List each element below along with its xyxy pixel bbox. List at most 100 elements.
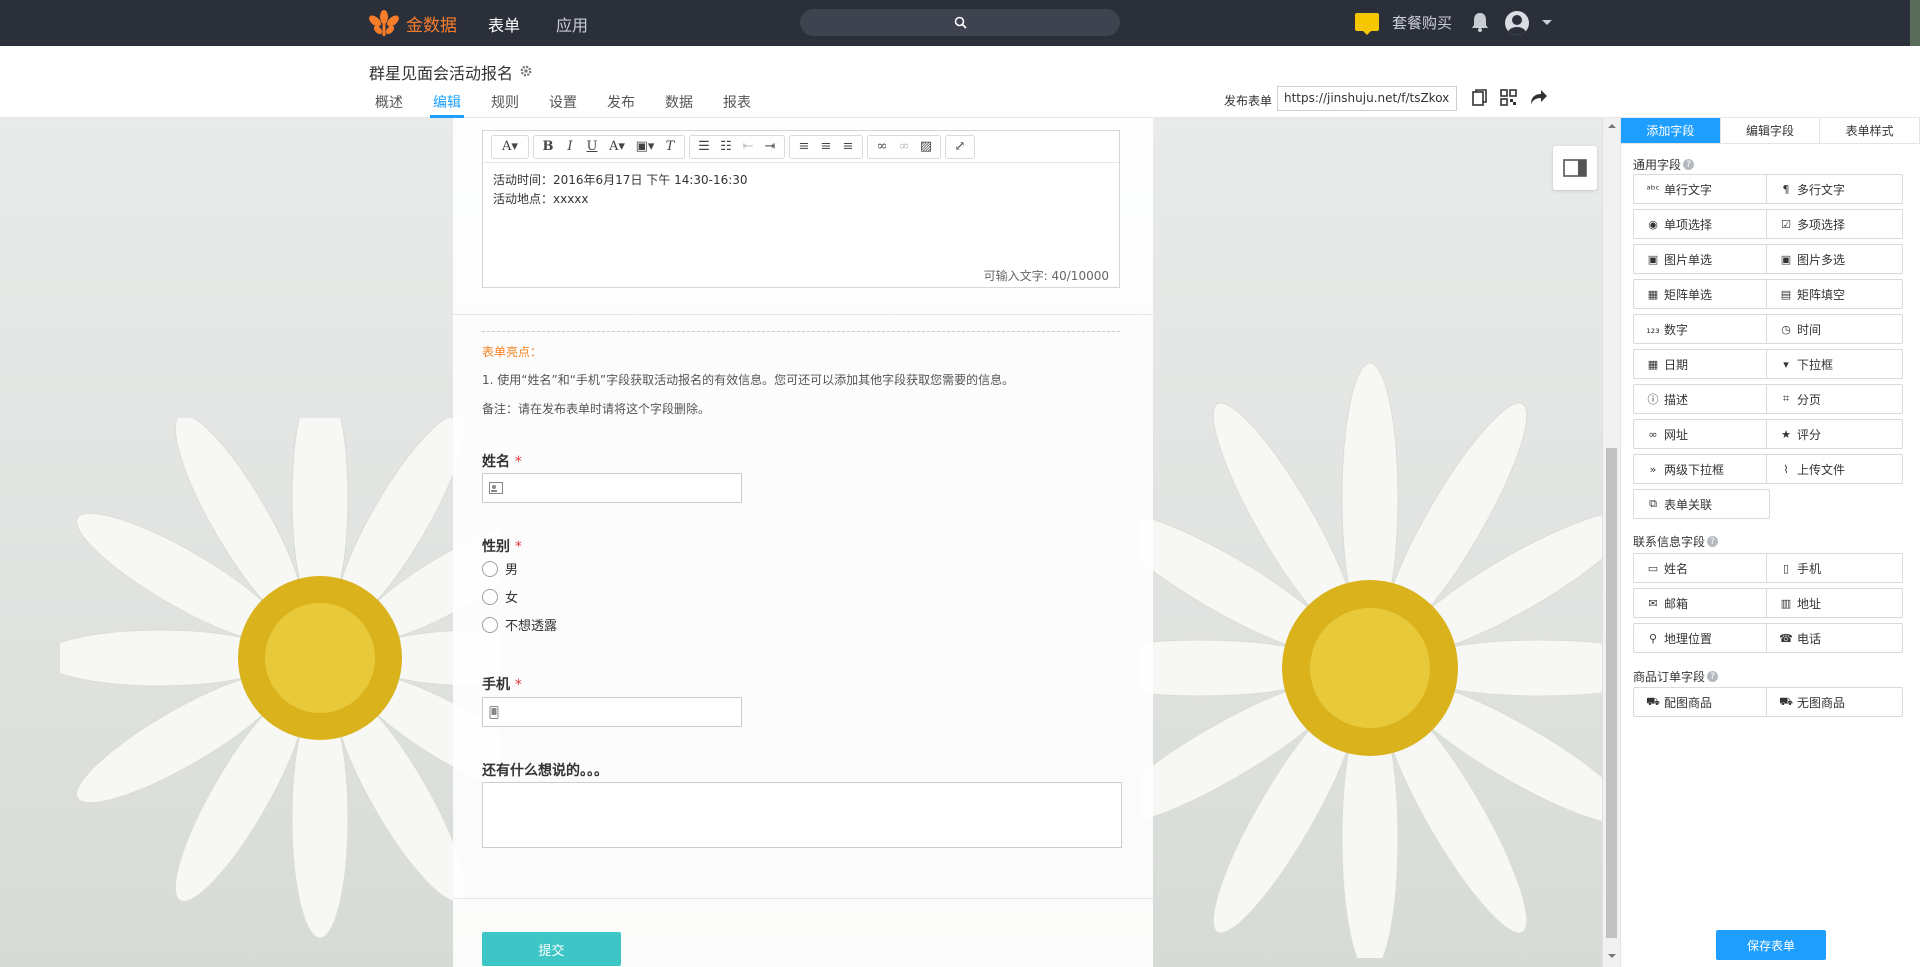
tab-publish[interactable]: 发布 — [607, 92, 635, 112]
field-button-2[interactable]: ◉ 单项选择 — [1633, 209, 1770, 239]
qr-code-icon[interactable] — [1500, 89, 1517, 106]
image-icon[interactable]: ▨ — [915, 136, 937, 158]
fullscreen-icon[interactable]: ⤢ — [949, 136, 971, 158]
scroll-down-arrow[interactable] — [1608, 954, 1616, 958]
comment-textarea[interactable] — [482, 782, 1122, 848]
group-title-text: 联系信息字段 — [1633, 535, 1706, 549]
help-icon[interactable]: ? — [1683, 159, 1695, 170]
field-button-3[interactable]: ▥ 地址 — [1766, 588, 1903, 618]
scroll-thumb[interactable] — [1606, 448, 1617, 938]
field-button-4[interactable]: ⚲ 地理位置 — [1633, 623, 1770, 653]
tab-settings[interactable]: 设置 — [549, 92, 577, 112]
tab-data[interactable]: 数据 — [665, 92, 693, 112]
tab-add-field[interactable]: 添加字段 — [1621, 118, 1721, 143]
field-button-5[interactable]: ☎ 电话 — [1766, 623, 1903, 653]
clear-format-button[interactable]: T — [659, 136, 681, 158]
radio-label: 男 — [505, 563, 519, 578]
outdent-icon[interactable]: ⇤ — [737, 136, 759, 158]
field-button-2[interactable]: ✉ 邮箱 — [1633, 588, 1770, 618]
rich-text-editor[interactable]: A▾ B I U A▾ ▣▾ T ☰ ☷ ⇤ ⇥ ≡ ≡ ≡ ∞ ∞ ▨ ⤢ 活… — [482, 130, 1120, 288]
help-icon[interactable]: ? — [1707, 536, 1719, 547]
field-button-1[interactable]: ¶ 多行文字 — [1766, 174, 1903, 204]
phone-input[interactable] — [482, 697, 742, 727]
tab-reports[interactable]: 报表 — [723, 92, 751, 112]
font-color-button[interactable]: A▾ — [603, 136, 631, 158]
publish-url-field[interactable]: https://jinshuju.net/f/tsZkox — [1277, 86, 1457, 111]
field-button-16[interactable]: » 两级下拉框 — [1633, 454, 1770, 484]
unordered-list-icon[interactable]: ☷ — [715, 136, 737, 158]
ordered-list-icon[interactable]: ☰ — [693, 136, 715, 158]
field-button-15[interactable]: ★ 评分 — [1766, 419, 1903, 449]
link-icon[interactable]: ∞ — [871, 136, 893, 158]
field-button-18[interactable]: ⧉ 表单关联 — [1633, 489, 1770, 519]
field-button-7[interactable]: ▤ 矩阵填空 — [1766, 279, 1903, 309]
radio-option-female[interactable]: 女 — [482, 587, 518, 606]
field-button-9[interactable]: ◷ 时间 — [1766, 314, 1903, 344]
form-scrollbar[interactable] — [1602, 118, 1620, 967]
radio-button[interactable] — [482, 616, 498, 633]
field-button-5[interactable]: ▣ 图片多选 — [1766, 244, 1903, 274]
field-button-14[interactable]: ∞ 网址 — [1633, 419, 1770, 449]
submit-button[interactable]: 提交 — [482, 932, 621, 966]
field-button-0[interactable]: ⛟ 配图商品 — [1633, 687, 1770, 717]
plan-purchase-link[interactable]: 套餐购买 — [1392, 12, 1452, 33]
copy-icon[interactable] — [1472, 89, 1488, 106]
field-button-8[interactable]: ₁₂₃ 数字 — [1633, 314, 1770, 344]
align-right-icon[interactable]: ≡ — [837, 136, 859, 158]
share-icon[interactable] — [1530, 89, 1548, 105]
field-button-17[interactable]: ⌇ 上传文件 — [1766, 454, 1903, 484]
mobile-icon — [489, 706, 499, 719]
field-button-10[interactable]: ▦ 日期 — [1633, 349, 1770, 379]
name-input[interactable] — [482, 473, 742, 503]
tab-edit-field[interactable]: 编辑字段 — [1721, 118, 1821, 143]
field-button-6[interactable]: ▦ 矩阵单选 — [1633, 279, 1770, 309]
radio-button[interactable] — [482, 588, 498, 605]
editor-content[interactable]: 活动时间：2016年6月17日 下午 14:30-16:30 活动地点：xxxx… — [483, 163, 1119, 217]
radio-option-undisclosed[interactable]: 不想透露 — [482, 615, 557, 634]
field-button-3[interactable]: ☑ 多项选择 — [1766, 209, 1903, 239]
search-input[interactable] — [800, 9, 1120, 36]
nav-apps[interactable]: 应用 — [556, 12, 588, 36]
indent-icon[interactable]: ⇥ — [759, 136, 781, 158]
promo-icon[interactable] — [1355, 13, 1379, 35]
scroll-up-arrow[interactable] — [1608, 124, 1616, 128]
tab-form-style[interactable]: 表单样式 — [1820, 118, 1920, 143]
underline-button[interactable]: U — [581, 136, 603, 158]
chevron-down-icon[interactable] — [1542, 20, 1552, 25]
cart-icon: ⛟ — [1646, 694, 1660, 708]
italic-button[interactable]: I — [559, 136, 581, 158]
save-form-button[interactable]: 保存表单 — [1716, 930, 1826, 960]
radio-button[interactable] — [482, 560, 498, 577]
nav-forms[interactable]: 表单 — [488, 12, 520, 36]
field-button-0[interactable]: ▭ 姓名 — [1633, 553, 1770, 583]
help-icon[interactable]: ? — [1707, 671, 1719, 682]
tab-edit[interactable]: 编辑 — [433, 92, 461, 112]
field-button-label: 地理位置 — [1664, 631, 1713, 646]
field-button-0[interactable]: ᵃᵇᶜ 单行文字 — [1633, 174, 1770, 204]
unlink-icon[interactable]: ∞ — [893, 136, 915, 158]
editor-toolbar: A▾ B I U A▾ ▣▾ T ☰ ☷ ⇤ ⇥ ≡ ≡ ≡ ∞ ∞ ▨ ⤢ — [483, 131, 1119, 163]
radio-icon: ◉ — [1648, 217, 1658, 231]
radio-option-male[interactable]: 男 — [482, 559, 518, 578]
tab-overview[interactable]: 概述 — [375, 92, 403, 112]
avatar[interactable] — [1505, 11, 1529, 35]
logo[interactable]: 金数据 — [368, 8, 457, 38]
align-center-icon[interactable]: ≡ — [815, 136, 837, 158]
tab-rules[interactable]: 规则 — [491, 92, 519, 112]
logo-text: 金数据 — [406, 15, 457, 36]
preview-toggle-button[interactable] — [1553, 146, 1597, 190]
field-button-1[interactable]: ⛟ 无图商品 — [1766, 687, 1903, 717]
field-button-13[interactable]: ⌗ 分页 — [1766, 384, 1903, 414]
field-button-label: 单行文字 — [1664, 182, 1713, 197]
bell-icon[interactable] — [1471, 12, 1489, 32]
font-size-button[interactable]: A▾ — [495, 136, 525, 158]
gear-icon[interactable] — [520, 65, 532, 77]
bg-color-button[interactable]: ▣▾ — [631, 136, 659, 158]
field-button-11[interactable]: ▾ 下拉框 — [1766, 349, 1903, 379]
field-button-1[interactable]: ▯ 手机 — [1766, 553, 1903, 583]
field-button-12[interactable]: ⓘ 描述 — [1633, 384, 1770, 414]
align-left-icon[interactable]: ≡ — [793, 136, 815, 158]
bold-button[interactable]: B — [537, 136, 559, 158]
matrix-fill-icon: ▤ — [1780, 287, 1792, 301]
field-button-4[interactable]: ▣ 图片单选 — [1633, 244, 1770, 274]
